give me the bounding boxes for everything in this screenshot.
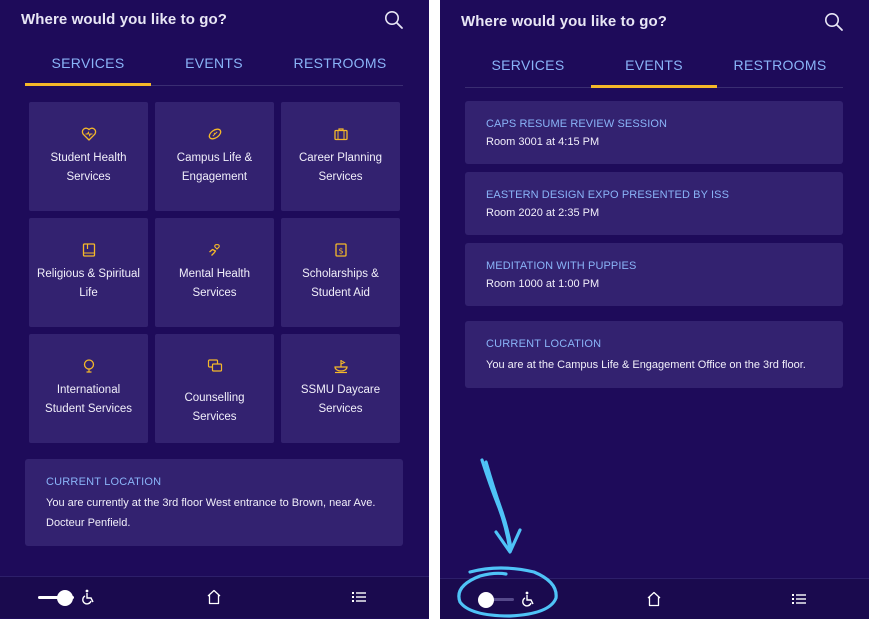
tile-label: Counselling Services bbox=[184, 392, 245, 423]
tab-services[interactable]: SERVICES bbox=[25, 48, 151, 86]
event-detail: Room 3001 at 4:15 PM bbox=[486, 136, 600, 148]
location-title: CURRENT LOCATION bbox=[486, 338, 602, 350]
service-tile-career-planning[interactable]: Career Planning Services bbox=[281, 102, 400, 211]
location-title: CURRENT LOCATION bbox=[46, 476, 162, 488]
category-tabs: SERVICES EVENTS RESTROOMS bbox=[25, 48, 403, 86]
tile-label: Scholarships & Student Aid bbox=[302, 268, 379, 299]
globe-icon bbox=[29, 358, 148, 376]
tile-label: Religious & Spiritual Life bbox=[37, 268, 140, 299]
tab-restrooms[interactable]: RESTROOMS bbox=[277, 48, 403, 85]
event-detail: Room 1000 at 1:00 PM bbox=[486, 278, 600, 290]
home-icon[interactable] bbox=[205, 588, 223, 606]
location-text: You are currently at the 3rd floor West … bbox=[46, 497, 376, 529]
tile-label: Mental Health Services bbox=[179, 268, 250, 299]
tile-label: Campus Life & Engagement bbox=[176, 152, 253, 183]
event-card[interactable]: EASTERN DESIGN EXPO PRESENTED BY ISS Roo… bbox=[465, 172, 843, 235]
service-tile-counselling[interactable]: Counselling Services bbox=[155, 334, 274, 443]
heart-icon bbox=[29, 126, 148, 144]
app-header: Where would you like to go? bbox=[0, 0, 429, 42]
football-icon bbox=[155, 126, 274, 144]
briefcase-icon bbox=[281, 126, 400, 144]
tile-label: International Student Services bbox=[45, 384, 132, 415]
service-tile-student-health[interactable]: Student Health Services bbox=[29, 102, 148, 211]
event-title: CAPS RESUME REVIEW SESSION bbox=[486, 118, 668, 130]
event-title: MEDITATION WITH PUPPIES bbox=[486, 260, 637, 272]
tab-restrooms[interactable]: RESTROOMS bbox=[717, 50, 843, 87]
tab-events[interactable]: EVENTS bbox=[591, 50, 717, 88]
tile-label: Career Planning Services bbox=[298, 152, 383, 183]
accessibility-toggle[interactable] bbox=[478, 591, 514, 609]
search-icon[interactable] bbox=[383, 9, 405, 31]
tab-services[interactable]: SERVICES bbox=[465, 50, 591, 87]
event-card[interactable]: CAPS RESUME REVIEW SESSION Room 3001 at … bbox=[465, 101, 843, 164]
accessibility-toggle[interactable] bbox=[38, 589, 74, 607]
event-title: EASTERN DESIGN EXPO PRESENTED BY ISS bbox=[486, 189, 730, 201]
dollar-doc-icon: $ bbox=[281, 242, 400, 260]
hand-heart-icon bbox=[155, 242, 274, 260]
service-tile-religious-spiritual[interactable]: Religious & Spiritual Life bbox=[29, 218, 148, 327]
bottom-bar bbox=[0, 576, 429, 618]
page-title: Where would you like to go? bbox=[461, 13, 668, 30]
search-icon[interactable] bbox=[823, 11, 845, 33]
daycare-icon bbox=[281, 358, 400, 376]
current-location-card: CURRENT LOCATION You are currently at th… bbox=[25, 459, 403, 546]
app-header: Where would you like to go? bbox=[440, 0, 869, 42]
events-screen: Where would you like to go? SERVICES EVE… bbox=[440, 0, 869, 619]
service-tile-international[interactable]: International Student Services bbox=[29, 334, 148, 443]
tile-label: SSMU Daycare Services bbox=[300, 384, 381, 415]
service-tile-mental-health[interactable]: Mental Health Services bbox=[155, 218, 274, 327]
location-text: You are at the Campus Life & Engagement … bbox=[486, 359, 806, 371]
list-icon[interactable] bbox=[791, 591, 807, 607]
current-location-card: CURRENT LOCATION You are at the Campus L… bbox=[465, 321, 843, 388]
home-icon[interactable] bbox=[645, 590, 663, 608]
bottom-bar bbox=[440, 578, 869, 619]
service-tile-ssmu-daycare[interactable]: SSMU Daycare Services bbox=[281, 334, 400, 443]
service-tile-campus-life[interactable]: Campus Life & Engagement bbox=[155, 102, 274, 211]
event-detail: Room 2020 at 2:35 PM bbox=[486, 207, 600, 219]
book-icon bbox=[29, 242, 148, 260]
tile-label: Student Health Services bbox=[50, 152, 127, 183]
page-title: Where would you like to go? bbox=[21, 11, 228, 28]
wheelchair-icon bbox=[520, 590, 538, 608]
service-tile-scholarships[interactable]: $ Scholarships & Student Aid bbox=[281, 218, 400, 327]
tab-events[interactable]: EVENTS bbox=[151, 48, 277, 85]
svg-text:$: $ bbox=[338, 246, 343, 255]
category-tabs: SERVICES EVENTS RESTROOMS bbox=[465, 50, 843, 88]
wheelchair-icon bbox=[80, 588, 98, 606]
chat-icon bbox=[155, 358, 274, 376]
list-icon[interactable] bbox=[351, 589, 367, 605]
event-card[interactable]: MEDITATION WITH PUPPIES Room 1000 at 1:0… bbox=[465, 243, 843, 306]
services-screen: Where would you like to go? SERVICES EVE… bbox=[0, 0, 429, 619]
